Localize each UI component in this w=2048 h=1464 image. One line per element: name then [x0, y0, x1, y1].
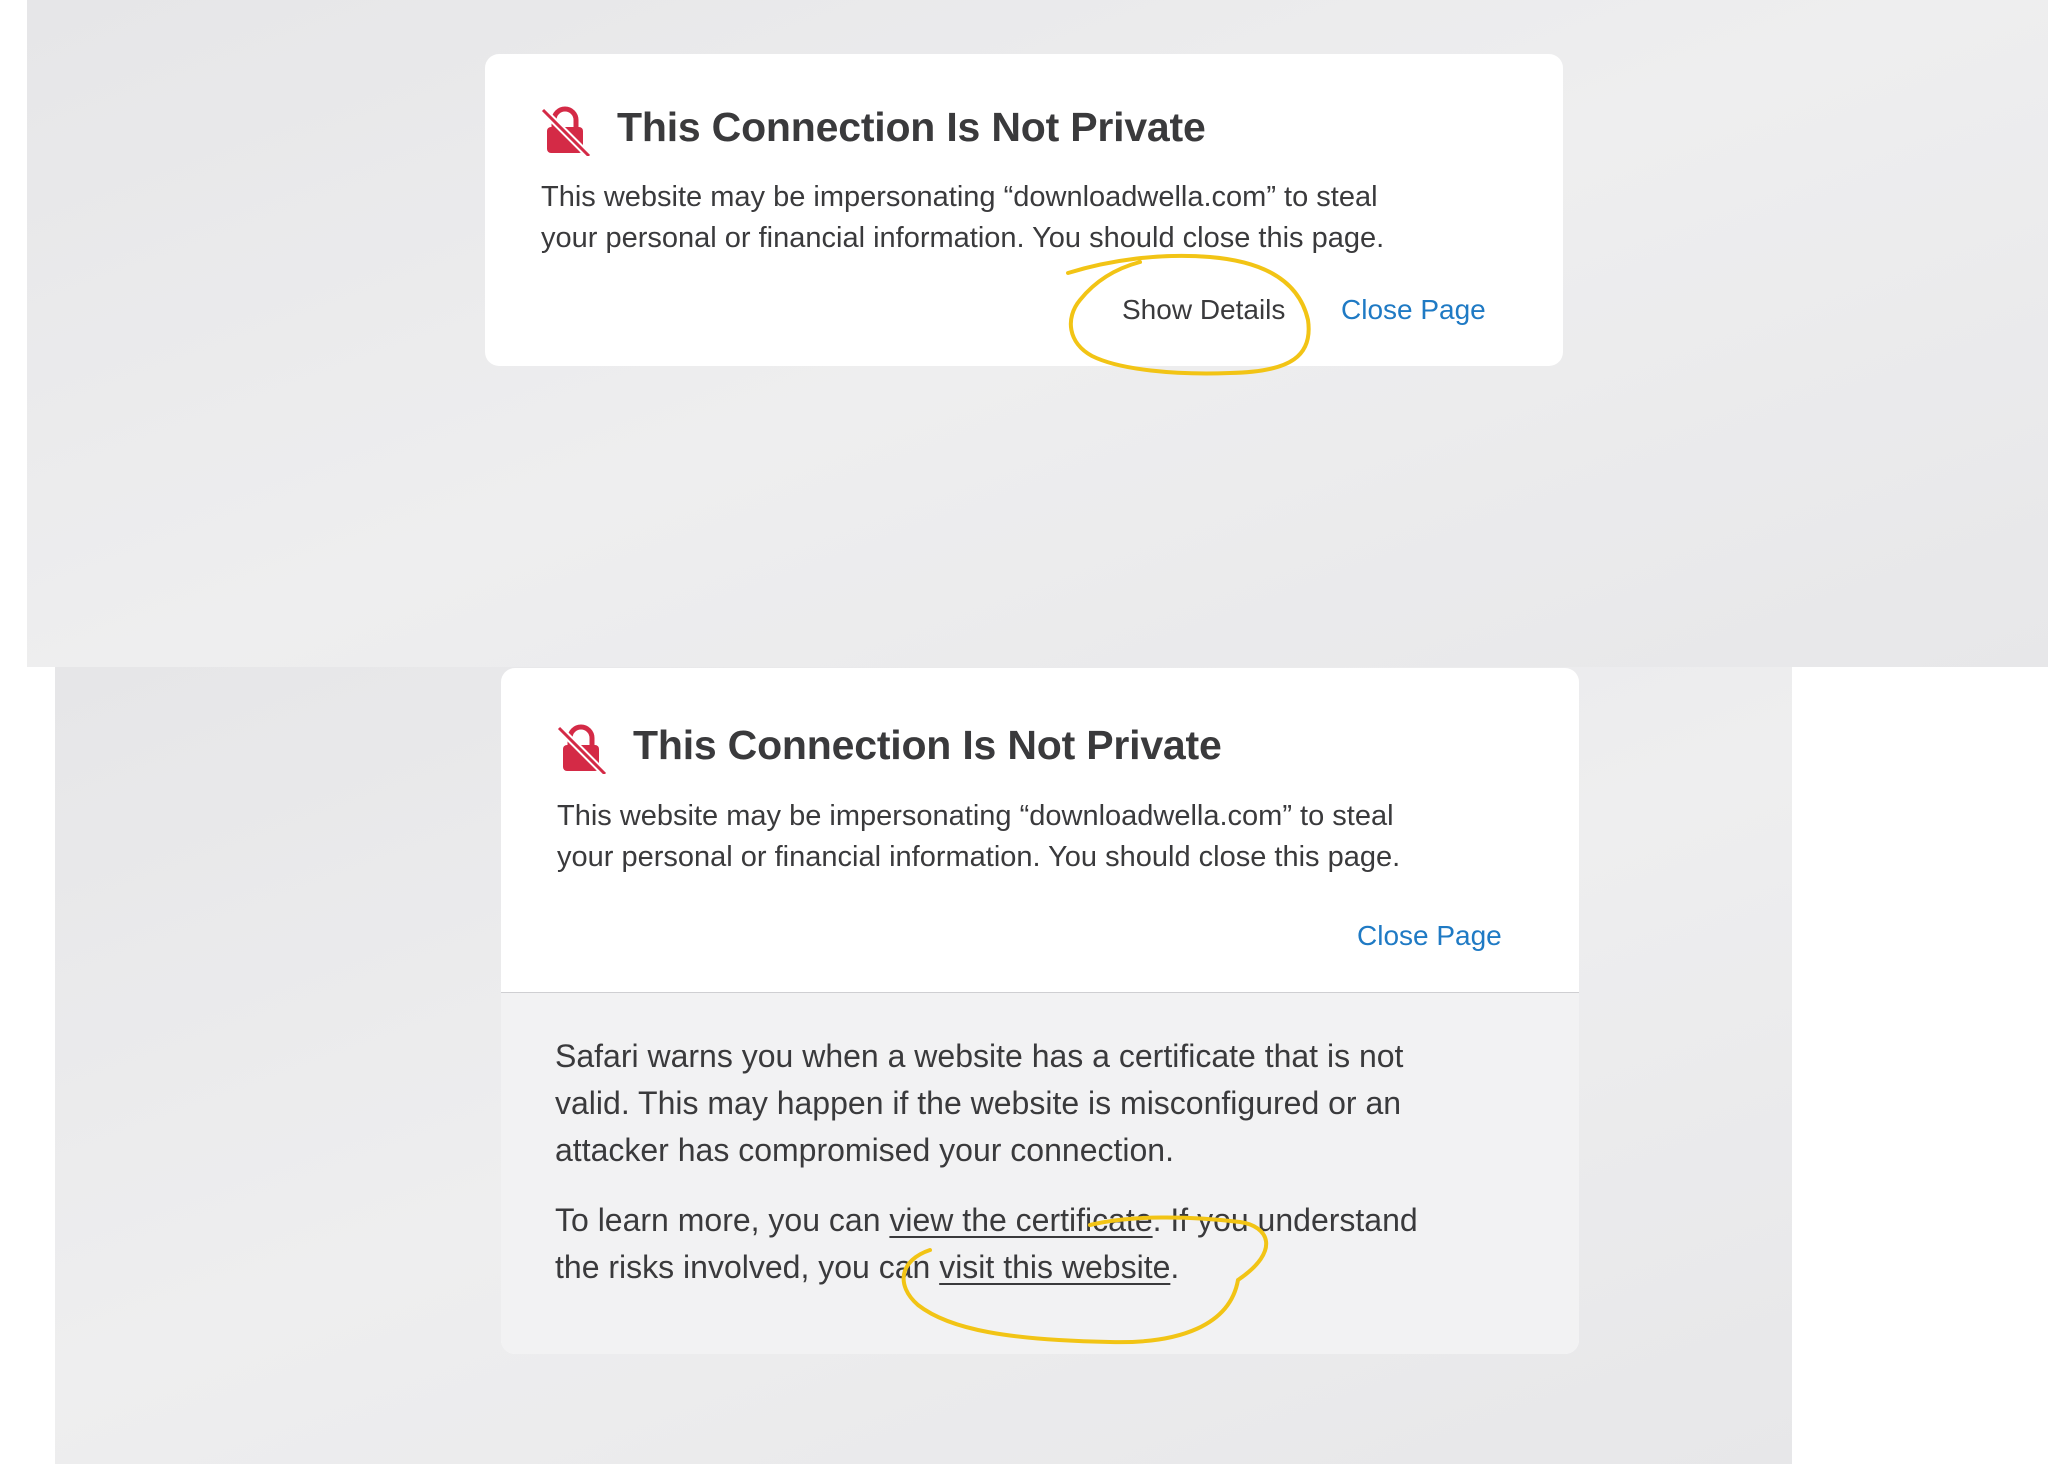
- warning-message: This website may be impersonating “downl…: [541, 177, 1501, 259]
- details-line: the risks involved, you can visit this w…: [555, 1244, 1535, 1291]
- warning-message-line: This website may be impersonating “downl…: [557, 800, 1394, 832]
- warning-message-line: your personal or financial information. …: [557, 841, 1401, 873]
- bottom-warning-card: This Connection Is Not Private This webs…: [501, 668, 1579, 1354]
- learn-more-text: . If you understand: [1152, 1202, 1418, 1238]
- warning-message-line: This website may be impersonating “downl…: [541, 181, 1378, 213]
- page-title: This Connection Is Not Private: [617, 104, 1206, 150]
- close-page-button[interactable]: Close Page: [1341, 294, 1486, 326]
- close-page-button[interactable]: Close Page: [1357, 920, 1502, 952]
- details-paragraph: Safari warns you when a website has a ce…: [555, 1033, 1535, 1174]
- page-title: This Connection Is Not Private: [633, 722, 1222, 768]
- details-line: Safari warns you when a website has a ce…: [555, 1038, 1404, 1074]
- risks-text: the risks involved, you can: [555, 1249, 940, 1285]
- learn-more-paragraph: To learn more, you can view the certific…: [555, 1197, 1535, 1291]
- details-line: valid. This may happen if the website is…: [555, 1085, 1402, 1121]
- show-details-button[interactable]: Show Details: [1122, 294, 1285, 326]
- lock-slash-icon: [540, 106, 591, 156]
- top-warning-card: This Connection Is Not Private This webs…: [485, 54, 1563, 366]
- warning-message: This website may be impersonating “downl…: [557, 796, 1517, 878]
- details-line: attacker has compromised your connection…: [555, 1132, 1174, 1168]
- view-certificate-link[interactable]: view the certificate: [889, 1202, 1152, 1238]
- learn-more-text: To learn more, you can: [555, 1202, 890, 1238]
- risks-text: .: [1170, 1249, 1180, 1285]
- details-line: To learn more, you can view the certific…: [555, 1197, 1535, 1244]
- warning-message-line: your personal or financial information. …: [541, 222, 1385, 254]
- lock-slash-icon: [556, 724, 607, 774]
- visit-website-link[interactable]: visit this website: [939, 1249, 1170, 1285]
- details-section: Safari warns you when a website has a ce…: [501, 992, 1579, 1354]
